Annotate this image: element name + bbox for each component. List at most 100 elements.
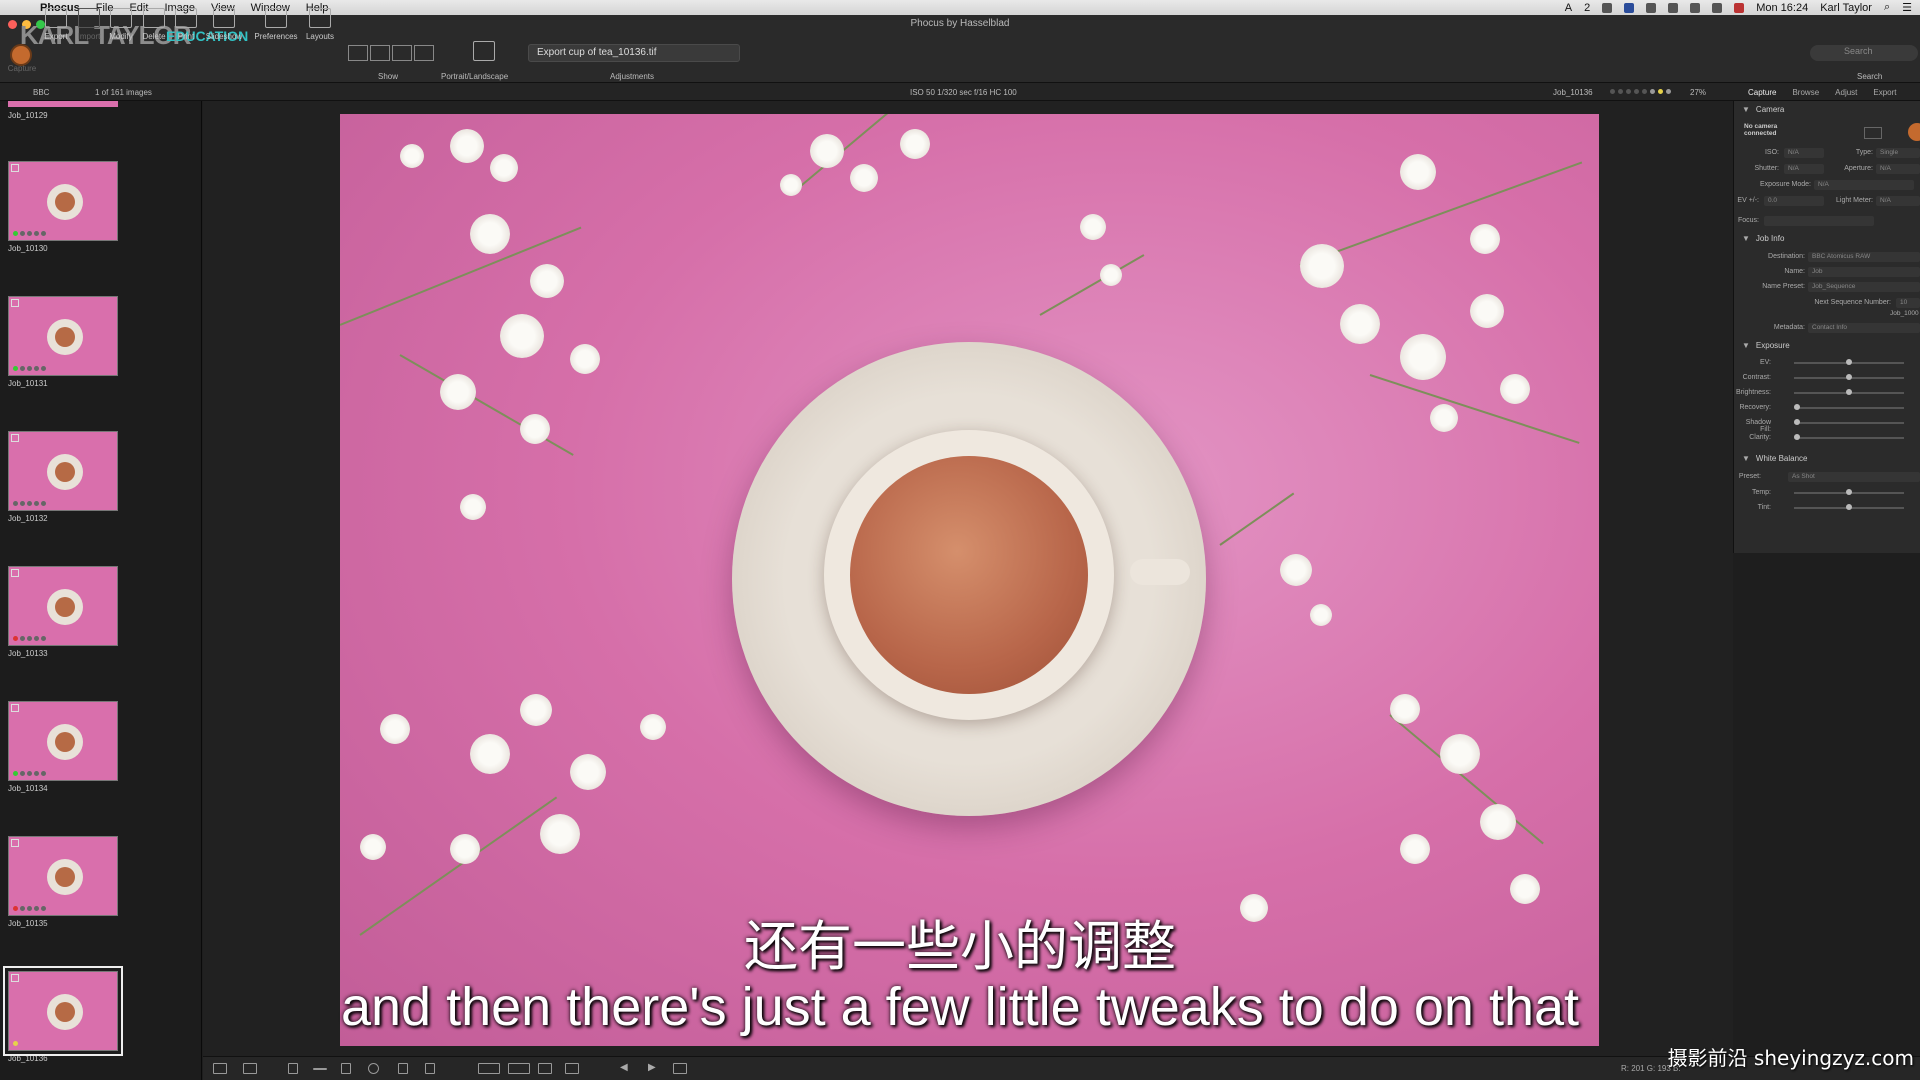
wifi-icon[interactable] [1690, 2, 1701, 13]
thumbnail-checkbox[interactable] [11, 299, 19, 307]
disclosure-triangle-icon[interactable]: ▼ [1742, 105, 1750, 114]
thumbnail-checkbox[interactable] [11, 164, 19, 172]
wb-preset-value[interactable]: As Shot [1788, 472, 1920, 482]
section-white-balance[interactable]: ▼ White Balance [1742, 454, 1808, 463]
tab-export[interactable]: Export [1865, 83, 1904, 101]
metadata-value[interactable]: Contact Info [1808, 323, 1920, 333]
slider-knob[interactable] [1794, 419, 1800, 425]
flag-icon[interactable] [1734, 2, 1745, 13]
section-job-info[interactable]: ▼ Job Info [1742, 234, 1784, 243]
slider-track[interactable] [1794, 419, 1904, 425]
next-icon[interactable]: ▶ [648, 1062, 656, 1073]
slider-track[interactable] [1794, 434, 1904, 440]
name-preset-value[interactable]: Job_Sequence [1808, 282, 1920, 292]
time-machine-icon[interactable] [1668, 2, 1679, 13]
thumbnail[interactable]: Job_10130 [8, 161, 118, 253]
tab-adjust[interactable]: Adjust [1827, 83, 1865, 101]
crop-tool-icon[interactable] [288, 1063, 298, 1074]
focus-control[interactable] [1764, 216, 1874, 226]
list-icon[interactable] [425, 1063, 435, 1074]
layouts-tool[interactable]: Layouts [300, 8, 340, 41]
thumbnail-image[interactable] [8, 701, 118, 781]
slider-knob[interactable] [1846, 359, 1852, 365]
iso-value[interactable]: N/A [1784, 148, 1824, 158]
notification-icon[interactable] [1646, 2, 1657, 13]
slider-track[interactable] [1794, 489, 1904, 495]
slideshow-tool[interactable]: Slideshow [204, 8, 244, 41]
thumbnail-checkbox[interactable] [11, 434, 19, 442]
user-name[interactable]: Karl Taylor [1820, 2, 1872, 14]
thumbnail-rating[interactable] [13, 636, 46, 641]
creative-cloud-icon[interactable] [1602, 2, 1613, 13]
zoom-tool-icon[interactable] [368, 1063, 379, 1074]
slider-knob[interactable] [1846, 504, 1852, 510]
app-status-icon[interactable] [1624, 2, 1635, 13]
spotlight-icon[interactable]: ⌕ [1884, 1, 1890, 14]
thumbnail-rating[interactable] [13, 501, 46, 506]
before-icon[interactable] [478, 1063, 500, 1074]
slider-knob[interactable] [1846, 389, 1852, 395]
after-icon[interactable] [508, 1063, 530, 1074]
section-camera[interactable]: ▼ Camera [1742, 105, 1784, 114]
thumbnail-image[interactable] [8, 296, 118, 376]
thumbnail-image[interactable] [8, 161, 118, 241]
close-button[interactable] [8, 20, 17, 29]
fullscreen-icon[interactable] [673, 1063, 687, 1074]
thumbnail-checkbox[interactable] [11, 839, 19, 847]
adobe-status-icon[interactable]: A [1565, 2, 1572, 14]
shutter-button[interactable] [1908, 123, 1920, 141]
show-view-1[interactable] [348, 45, 368, 61]
thumbnail[interactable]: Job_10131 [8, 296, 118, 388]
brush-tool-icon[interactable] [341, 1063, 351, 1074]
volume-icon[interactable] [1712, 2, 1723, 13]
grid-icon[interactable] [538, 1063, 552, 1074]
disclosure-triangle-icon[interactable]: ▼ [1742, 454, 1750, 463]
compare-view-icon[interactable] [213, 1063, 227, 1074]
ev-value[interactable]: 0.0 [1764, 196, 1824, 206]
zoom-level[interactable]: 27% [1690, 88, 1706, 97]
thumbnail-rating[interactable] [13, 231, 46, 236]
menu-list-icon[interactable]: ☰ [1902, 1, 1912, 14]
previous-icon[interactable]: ◀ [620, 1062, 628, 1073]
slider-track[interactable] [1794, 389, 1904, 395]
show-view-3[interactable] [392, 45, 412, 61]
thumbnail-image[interactable] [8, 566, 118, 646]
job-name-input[interactable]: Job [1808, 267, 1920, 277]
slider-track[interactable] [1794, 504, 1904, 510]
slider-knob[interactable] [1846, 374, 1852, 380]
single-view-icon[interactable] [243, 1063, 257, 1074]
show-view-4[interactable] [414, 45, 434, 61]
thumbnail-rating[interactable] [13, 771, 46, 776]
thumbnail-checkbox[interactable] [11, 704, 19, 712]
destination-value[interactable]: BBC Atomicus RAW [1808, 252, 1920, 262]
thumbnail[interactable]: Job_10133 [8, 566, 118, 658]
rating-dots[interactable] [1610, 89, 1671, 94]
capture-button[interactable] [10, 44, 32, 66]
thumbnail-rating[interactable] [13, 1041, 18, 1046]
thumbnail-checkbox[interactable] [11, 569, 19, 577]
slider-track[interactable] [1794, 374, 1904, 380]
shutter-value[interactable]: N/A [1784, 164, 1824, 174]
preferences-tool[interactable]: Preferences [254, 8, 298, 41]
thumbnail-image[interactable] [8, 431, 118, 511]
slider-knob[interactable] [1794, 404, 1800, 410]
slider-track[interactable] [1794, 404, 1904, 410]
camera-icon[interactable] [1864, 127, 1882, 139]
exposure-mode-value[interactable]: N/A [1814, 180, 1914, 190]
thumbnail-rating[interactable] [13, 906, 46, 911]
portrait-landscape-tool[interactable] [464, 41, 504, 65]
disclosure-triangle-icon[interactable]: ▼ [1742, 341, 1750, 350]
slider-knob[interactable] [1794, 434, 1800, 440]
mask-icon[interactable] [565, 1063, 579, 1074]
clock[interactable]: Mon 16:24 [1756, 2, 1808, 14]
tab-capture[interactable]: Capture [1740, 83, 1784, 101]
slider-track[interactable] [1794, 359, 1904, 365]
section-exposure[interactable]: ▼ Exposure [1742, 341, 1790, 350]
export-name-field[interactable]: Export cup of tea_10136.tif [528, 44, 740, 62]
show-view-2[interactable] [370, 45, 390, 61]
thumbnail[interactable]: Job_10134 [8, 701, 118, 793]
search-input[interactable]: Search [1810, 45, 1918, 61]
next-sequence-value[interactable]: 10 [1896, 298, 1920, 308]
print-tool[interactable]: Print [166, 8, 206, 41]
straighten-tool-icon[interactable] [313, 1068, 327, 1070]
